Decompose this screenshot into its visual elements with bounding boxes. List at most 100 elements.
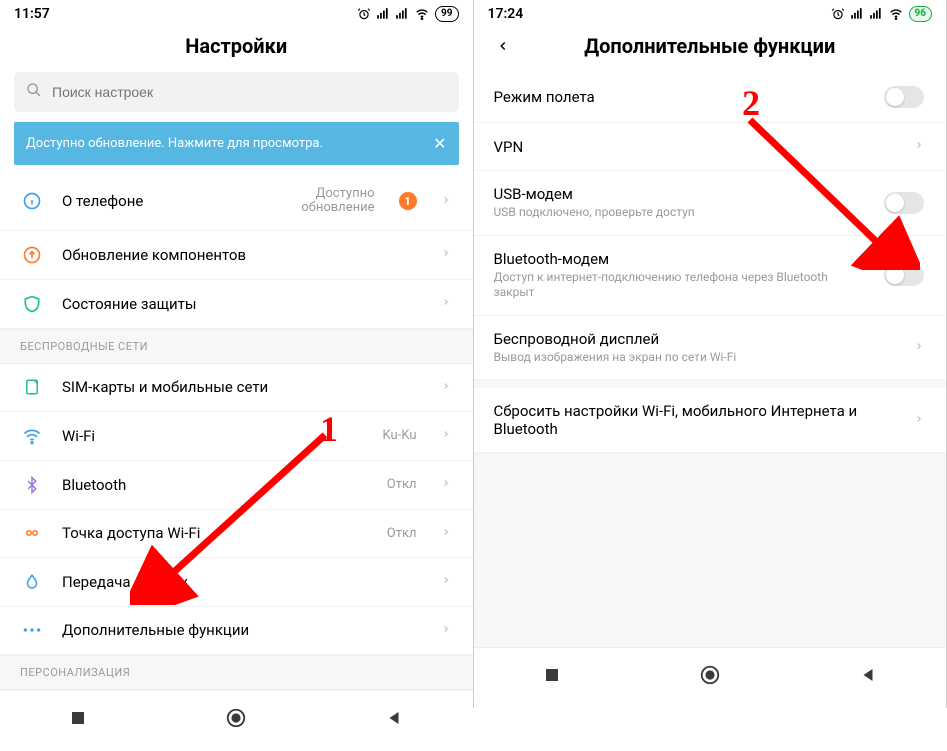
row-wireless-display[interactable]: Беспроводной дисплей Вывод изображения н… xyxy=(474,316,947,381)
section-personalization: ПЕРСОНАЛИЗАЦИЯ xyxy=(0,655,473,690)
wifi-icon xyxy=(414,7,430,21)
page-header: Дополнительные функции xyxy=(474,24,947,72)
row-wifi[interactable]: Wi-Fi Ku-Ku xyxy=(0,412,473,461)
signal-icon-2 xyxy=(869,7,883,21)
info-icon xyxy=(20,191,44,211)
page-title: Дополнительные функции xyxy=(584,34,835,58)
search-input[interactable] xyxy=(52,84,447,100)
row-value: Доступно обновление xyxy=(301,187,374,216)
sim-icon xyxy=(20,378,44,396)
banner-text: Доступно обновление. Нажмите для просмот… xyxy=(26,136,323,151)
droplet-icon xyxy=(20,572,44,592)
bluetooth-icon xyxy=(20,475,44,495)
recent-apps-button[interactable] xyxy=(69,709,87,731)
row-title: Bluetooth-модем xyxy=(494,250,867,268)
recent-apps-button[interactable] xyxy=(543,666,561,688)
row-title: USB-модем xyxy=(494,185,867,203)
wifi-icon xyxy=(888,7,904,21)
phone-right: 17:24 96 Дополнительные функции Режим по… xyxy=(474,0,947,708)
toggle-bt-tether[interactable] xyxy=(884,264,924,286)
row-subtitle: Вывод изображения на экран по сети Wi-Fi xyxy=(494,350,897,366)
phone-left: 11:57 99 Настройки Доступно обновление. … xyxy=(0,0,474,708)
page-title: Настройки xyxy=(185,34,287,58)
row-title: О телефоне xyxy=(62,192,283,210)
row-title: SIM-карты и мобильные сети xyxy=(62,378,423,396)
status-time: 11:57 xyxy=(14,6,50,22)
row-value: Ku-Ku xyxy=(383,428,417,443)
divider xyxy=(474,380,947,388)
chevron-right-icon xyxy=(914,411,924,430)
row-data-usage[interactable]: Передача данных xyxy=(0,558,473,607)
row-value: Откл xyxy=(387,526,417,541)
chevron-right-icon xyxy=(441,294,451,313)
row-vpn[interactable]: VPN xyxy=(474,123,947,171)
chevron-right-icon xyxy=(441,572,451,591)
chevron-right-icon xyxy=(441,426,451,445)
chevron-right-icon xyxy=(441,378,451,397)
row-airplane[interactable]: Режим полета xyxy=(474,72,947,123)
more-icon xyxy=(20,626,44,634)
battery-indicator: 99 xyxy=(435,6,458,22)
nav-bar xyxy=(0,690,473,751)
page-header: Настройки xyxy=(0,24,473,72)
notification-badge: 1 xyxy=(399,192,417,210)
row-security-status[interactable]: Состояние защиты xyxy=(0,280,473,329)
chevron-right-icon xyxy=(914,137,924,156)
row-bluetooth[interactable]: Bluetooth Откл xyxy=(0,461,473,510)
row-sim[interactable]: SIM-карты и мобильные сети xyxy=(0,364,473,412)
status-time: 17:24 xyxy=(488,6,524,22)
empty-area xyxy=(474,453,947,647)
chevron-right-icon xyxy=(914,338,924,357)
upload-icon xyxy=(20,245,44,265)
nav-bar xyxy=(474,647,947,708)
signal-icon xyxy=(376,7,390,21)
section-wireless: БЕСПРОВОДНЫЕ СЕТИ xyxy=(0,329,473,364)
alarm-icon xyxy=(831,7,845,21)
row-title: Wi-Fi xyxy=(62,427,365,445)
toggle-airplane[interactable] xyxy=(884,86,924,108)
back-button[interactable] xyxy=(385,709,403,731)
alarm-icon xyxy=(357,7,371,21)
row-title: Передача данных xyxy=(62,573,423,591)
row-usb-tether[interactable]: USB-модем USB подключено, проверьте дост… xyxy=(474,171,947,236)
row-hotspot[interactable]: Точка доступа Wi-Fi Откл xyxy=(0,510,473,558)
close-icon[interactable]: ✕ xyxy=(433,134,446,153)
chevron-right-icon xyxy=(441,475,451,494)
row-more-functions[interactable]: Дополнительные функции xyxy=(0,607,473,655)
toggle-usb[interactable] xyxy=(884,192,924,214)
row-title: VPN xyxy=(494,138,897,156)
row-bt-tether[interactable]: Bluetooth-модем Доступ к интернет-подклю… xyxy=(474,236,947,316)
row-title: Дополнительные функции xyxy=(62,621,423,639)
back-button[interactable] xyxy=(859,666,877,688)
row-components-update[interactable]: Обновление компонентов xyxy=(0,231,473,280)
row-reset-network[interactable]: Сбросить настройки Wi-Fi, мобильного Инт… xyxy=(474,388,947,453)
search-icon xyxy=(26,82,42,102)
update-banner[interactable]: Доступно обновление. Нажмите для просмот… xyxy=(14,122,459,165)
row-about-phone[interactable]: О телефоне Доступно обновление 1 xyxy=(0,173,473,231)
chevron-right-icon xyxy=(441,524,451,543)
hotspot-icon xyxy=(20,524,44,542)
row-value: Откл xyxy=(387,477,417,492)
signal-icon-2 xyxy=(395,7,409,21)
status-bar: 11:57 99 xyxy=(0,0,473,24)
battery-indicator: 96 xyxy=(909,6,932,22)
home-button[interactable] xyxy=(699,664,721,690)
row-title: Состояние защиты xyxy=(62,295,423,313)
status-bar: 17:24 96 xyxy=(474,0,947,24)
row-title: Сбросить настройки Wi-Fi, мобильного Инт… xyxy=(494,402,897,438)
wifi-icon xyxy=(20,426,44,446)
row-title: Bluetooth xyxy=(62,476,369,494)
search-box[interactable] xyxy=(14,72,459,112)
row-title: Обновление компонентов xyxy=(62,246,423,264)
row-subtitle: USB подключено, проверьте доступ xyxy=(494,205,867,221)
row-title: Режим полета xyxy=(494,88,867,106)
row-subtitle: Доступ к интернет-подключению телефона ч… xyxy=(494,270,867,301)
row-title: Точка доступа Wi-Fi xyxy=(62,524,369,542)
home-button[interactable] xyxy=(225,707,247,733)
back-icon[interactable] xyxy=(496,36,510,61)
chevron-right-icon xyxy=(441,245,451,264)
row-title: Беспроводной дисплей xyxy=(494,330,897,348)
chevron-right-icon xyxy=(441,192,451,211)
shield-icon xyxy=(20,294,44,314)
chevron-right-icon xyxy=(441,621,451,640)
